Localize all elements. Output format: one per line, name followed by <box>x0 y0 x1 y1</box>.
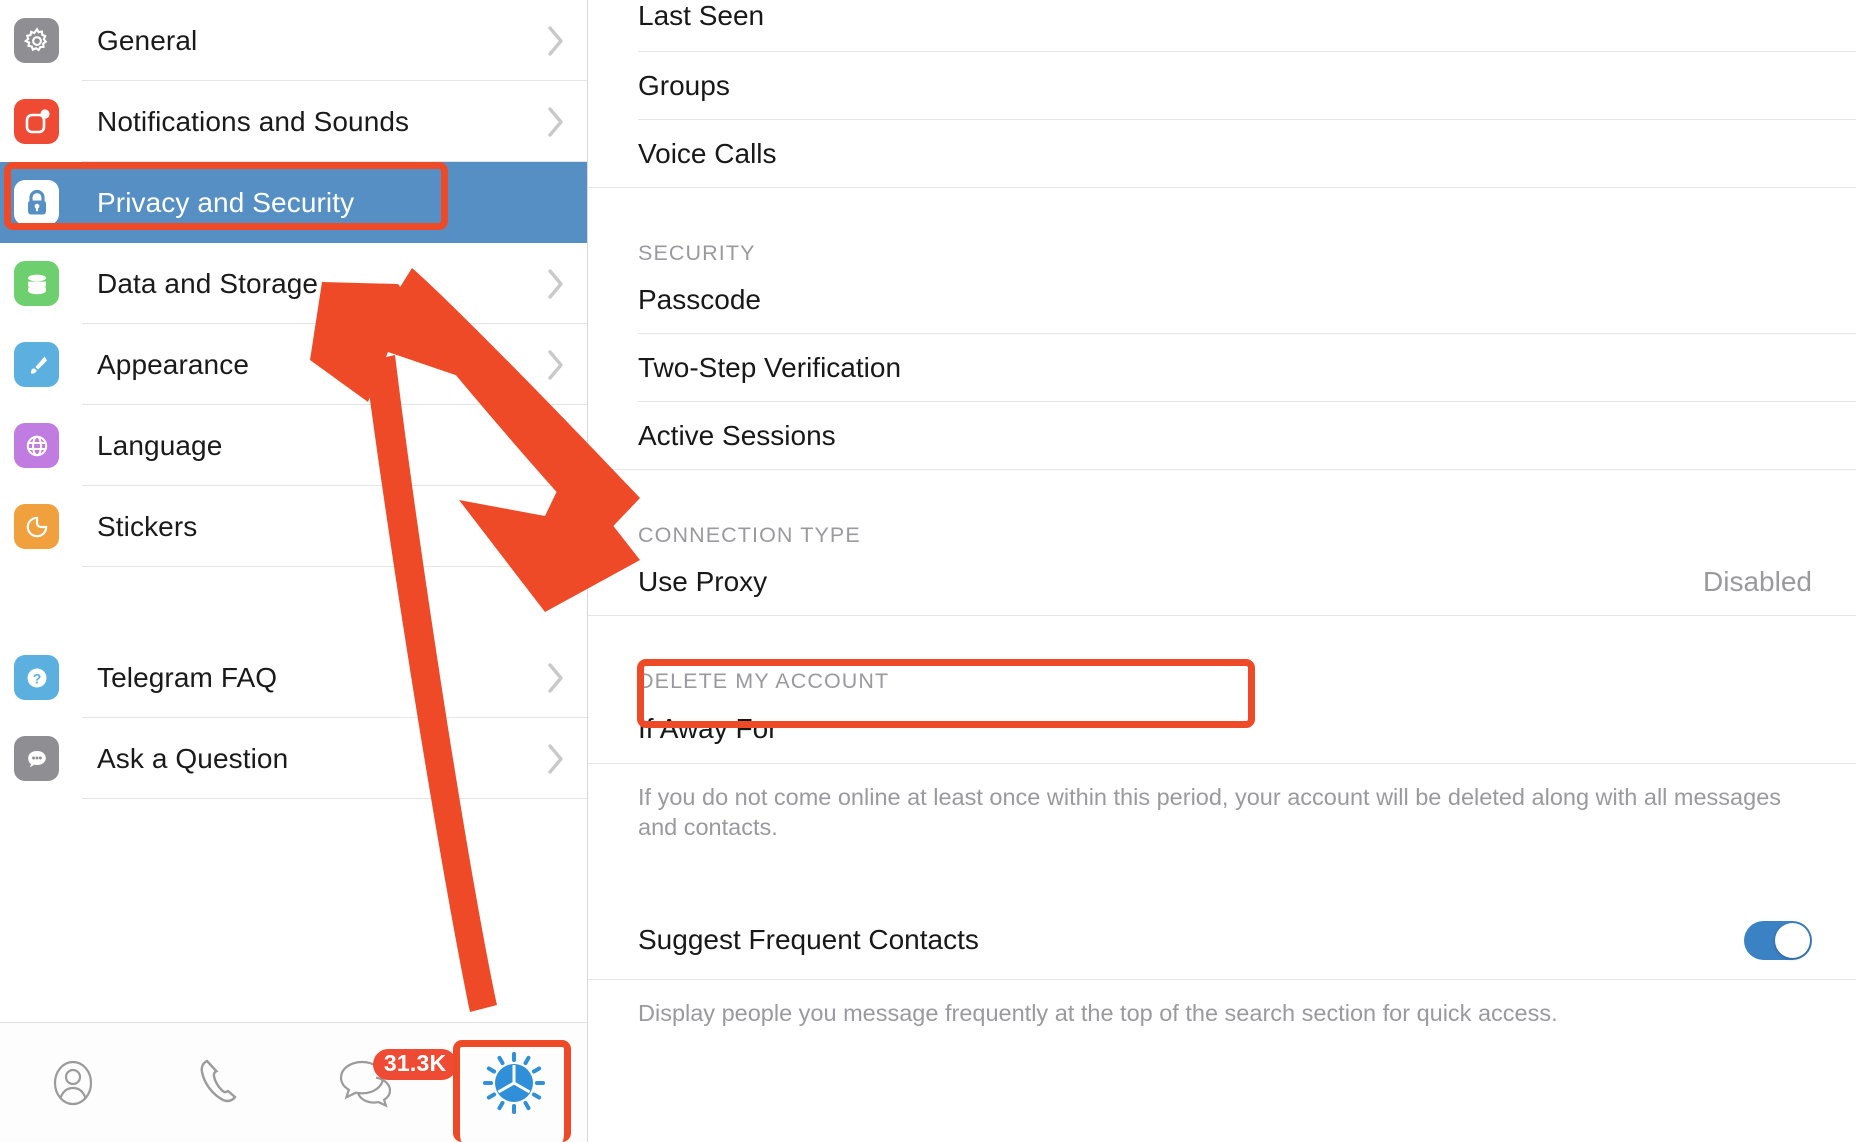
row-if-away-for[interactable]: If Away For <box>588 694 1856 764</box>
chevron-right-icon <box>548 743 565 774</box>
telegram-settings-window: General Notifications and Sounds Privacy… <box>0 0 1856 1142</box>
sidebar-primary-list: General Notifications and Sounds Privacy… <box>0 0 587 799</box>
sidebar-item-label: Stickers <box>97 510 198 542</box>
sidebar-item-telegram-faq[interactable]: ? Telegram FAQ <box>0 637 587 718</box>
chevron-right-icon <box>548 662 565 693</box>
contacts-tab[interactable] <box>0 1023 147 1142</box>
row-divider <box>588 979 1856 981</box>
row-label: Use Proxy <box>638 566 768 597</box>
chevron-right-icon <box>548 349 565 380</box>
row-value-status: Disabled <box>1703 566 1812 597</box>
chat-bubble-icon <box>14 736 59 781</box>
sidebar-item-stickers[interactable]: Stickers <box>0 486 587 567</box>
chevron-right-icon <box>548 268 565 299</box>
telegram-settings-gear-icon <box>481 1050 547 1116</box>
row-active-sessions[interactable]: Active Sessions <box>588 402 1856 470</box>
row-divider <box>588 615 1856 616</box>
row-label: If Away For <box>638 713 778 744</box>
sidebar-item-label: Telegram FAQ <box>97 661 278 693</box>
chevron-right-icon <box>548 511 565 542</box>
row-suggest-frequent-contacts[interactable]: Suggest Frequent Contacts <box>588 900 1856 981</box>
globe-icon <box>14 423 59 468</box>
row-divider <box>588 187 1856 188</box>
section-header-security: SECURITY <box>638 241 756 265</box>
section-header-connection-type: CONNECTION TYPE <box>638 523 861 547</box>
suggest-frequent-contacts-note: Display people you message frequently at… <box>638 1000 1558 1027</box>
chats-tab[interactable]: 31.3K <box>294 1023 458 1142</box>
chevron-right-icon <box>548 25 565 56</box>
sidebar-item-label: Language <box>97 429 223 461</box>
row-label: Active Sessions <box>638 420 836 451</box>
row-label: Suggest Frequent Contacts <box>638 924 979 956</box>
row-label: Last Seen <box>638 0 765 31</box>
chevron-right-icon <box>548 106 565 137</box>
calls-tab[interactable] <box>147 1023 294 1142</box>
person-circle-icon <box>45 1053 101 1113</box>
sidebar-item-label: Notifications and Sounds <box>97 105 410 137</box>
sidebar-item-ask-a-question[interactable]: Ask a Question <box>0 718 587 799</box>
privacy-and-security-panel: Last Seen Groups Voice Calls SECURITY Pa… <box>588 0 1856 1142</box>
row-label: Voice Calls <box>638 138 777 169</box>
lock-icon <box>14 180 59 225</box>
question-mark-icon: ? <box>14 655 59 700</box>
row-two-step-verification[interactable]: Two-Step Verification <box>588 334 1856 402</box>
sidebar-item-privacy-and-security[interactable]: Privacy and Security <box>0 162 587 243</box>
sidebar-item-language[interactable]: Language <box>0 405 587 486</box>
gear-icon <box>14 18 59 63</box>
database-icon <box>14 261 59 306</box>
sticker-icon <box>14 504 59 549</box>
row-use-proxy[interactable]: Use Proxy Disabled <box>588 548 1856 616</box>
row-groups[interactable]: Groups <box>588 52 1856 120</box>
phone-handset-icon <box>193 1053 247 1113</box>
sidebar-item-general[interactable]: General <box>0 0 587 81</box>
delete-account-note: If you do not come online at least once … <box>638 784 1782 841</box>
settings-tab[interactable] <box>440 1023 587 1142</box>
row-label: Two-Step Verification <box>638 352 902 383</box>
suggest-frequent-contacts-toggle[interactable] <box>1744 920 1812 960</box>
row-label: Passcode <box>638 284 761 315</box>
bottom-tab-bar: 31.3K <box>0 1022 587 1142</box>
sidebar-item-label: Privacy and Security <box>97 186 355 218</box>
sidebar-section-gap <box>0 567 587 637</box>
row-divider <box>82 798 587 799</box>
svg-text:?: ? <box>32 670 41 686</box>
sidebar-item-appearance[interactable]: Appearance <box>0 324 587 405</box>
row-divider <box>588 469 1856 470</box>
sidebar-item-notifications-and-sounds[interactable]: Notifications and Sounds <box>0 81 587 162</box>
row-last-seen[interactable]: Last Seen <box>588 0 1856 52</box>
settings-sidebar: General Notifications and Sounds Privacy… <box>0 0 588 1142</box>
chevron-right-icon <box>548 430 565 461</box>
sidebar-item-label: General <box>97 24 198 56</box>
paintbrush-icon <box>14 342 59 387</box>
toggle-knob <box>1775 922 1810 958</box>
sidebar-item-label: Ask a Question <box>97 742 289 774</box>
row-passcode[interactable]: Passcode <box>588 266 1856 334</box>
row-voice-calls[interactable]: Voice Calls <box>588 120 1856 188</box>
sidebar-empty-space <box>0 799 587 1022</box>
notification-bell-icon <box>14 99 59 144</box>
sidebar-item-data-and-storage[interactable]: Data and Storage <box>0 243 587 324</box>
sidebar-item-label: Data and Storage <box>97 267 319 299</box>
row-divider <box>588 763 1856 764</box>
sidebar-item-label: Appearance <box>97 348 250 380</box>
row-label: Groups <box>638 70 730 101</box>
section-header-delete-my-account: DELETE MY ACCOUNT <box>638 669 890 693</box>
